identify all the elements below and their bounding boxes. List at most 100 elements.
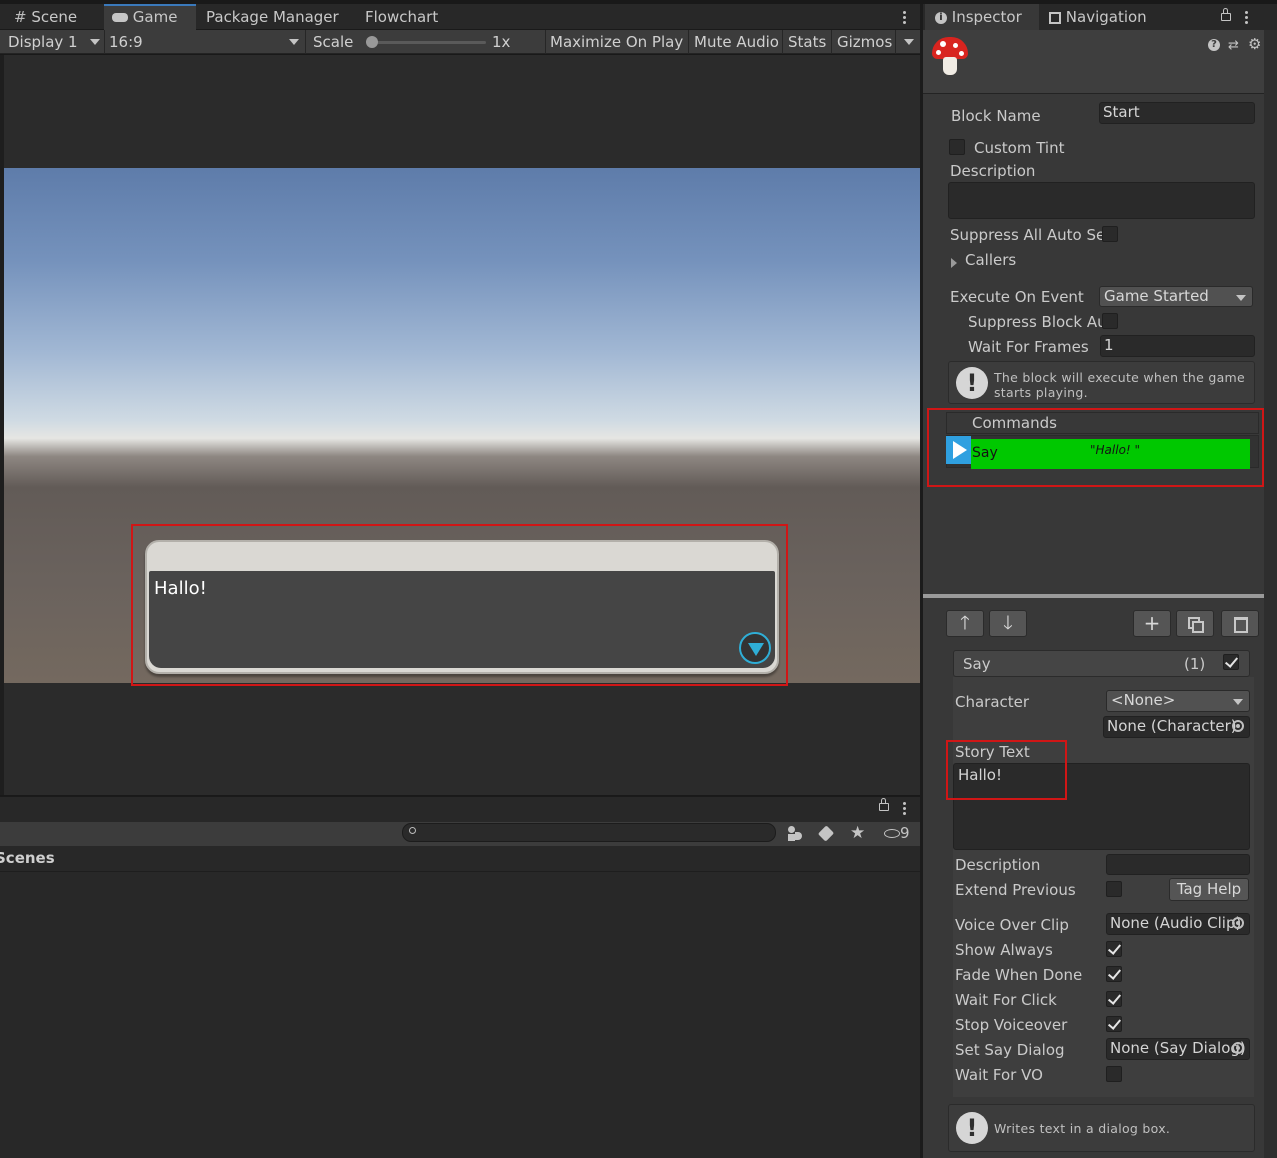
character-dropdown[interactable]: <None> bbox=[1106, 690, 1250, 712]
game-toolbar: Display 1 16:9 Scale 1x Maximize On Play… bbox=[0, 30, 920, 54]
object-picker-icon[interactable] bbox=[1232, 917, 1244, 929]
project-filter-buttons: ★ 9 bbox=[786, 822, 920, 846]
set-say-dialog-label: Set Say Dialog bbox=[955, 1041, 1065, 1059]
command-enabled-checkbox[interactable] bbox=[1223, 654, 1239, 670]
object-picker-icon[interactable] bbox=[1232, 720, 1244, 732]
chevron-down-icon bbox=[90, 39, 100, 45]
custom-tint-checkbox[interactable] bbox=[949, 139, 965, 155]
inspector-scrollbar[interactable] bbox=[1264, 30, 1277, 1158]
character-object-field[interactable]: None (Character) bbox=[1103, 716, 1250, 738]
voice-over-label: Voice Over Clip bbox=[955, 916, 1069, 934]
cmd-description-field[interactable] bbox=[1106, 854, 1250, 875]
mushroom-icon bbox=[932, 37, 968, 77]
arrow-up-icon: 🡑 bbox=[960, 612, 970, 634]
wait-for-click-checkbox[interactable] bbox=[1106, 991, 1122, 1007]
wait-for-click-label: Wait For Click bbox=[955, 991, 1057, 1009]
say-command-header: Say (1) bbox=[953, 650, 1250, 677]
search-icon bbox=[409, 827, 416, 834]
event-help-box: ! The block will execute when the game s… bbox=[948, 361, 1255, 404]
execute-on-event-dropdown[interactable]: Game Started bbox=[1099, 286, 1253, 307]
highlight-story-text bbox=[946, 740, 1067, 800]
fade-when-done-checkbox[interactable] bbox=[1106, 966, 1122, 982]
wait-for-frames-field[interactable]: 1 bbox=[1100, 335, 1255, 357]
scale-slider-thumb[interactable] bbox=[366, 36, 378, 48]
stats-toggle[interactable]: Stats bbox=[788, 30, 826, 54]
mute-audio-toggle[interactable]: Mute Audio bbox=[694, 30, 779, 54]
trash-icon bbox=[1234, 617, 1248, 633]
move-up-button[interactable]: 🡑 bbox=[946, 610, 984, 637]
show-always-checkbox[interactable] bbox=[1106, 941, 1122, 957]
hidden-packages-icon[interactable]: 9 bbox=[884, 824, 910, 842]
event-help-text: The block will execute when the game sta… bbox=[994, 370, 1245, 400]
gizmos-dropdown-icon[interactable] bbox=[904, 39, 914, 45]
suppress-block-checkbox[interactable] bbox=[1102, 313, 1118, 329]
project-tabbar bbox=[0, 796, 920, 822]
add-command-button[interactable]: + bbox=[1133, 610, 1171, 637]
tag-help-button[interactable]: Tag Help bbox=[1169, 878, 1249, 901]
gizmos-toggle[interactable]: Gizmos bbox=[837, 30, 892, 54]
description-field[interactable] bbox=[948, 182, 1255, 219]
arrow-down-icon: 🡓 bbox=[1003, 612, 1013, 634]
filter-by-type-icon[interactable] bbox=[788, 826, 802, 841]
hidden-count: 9 bbox=[900, 824, 910, 842]
gear-icon[interactable]: ⚙ bbox=[1248, 35, 1261, 53]
delete-command-button[interactable] bbox=[1221, 610, 1259, 637]
more-options-icon[interactable] bbox=[903, 802, 907, 817]
chevron-down-icon bbox=[289, 39, 299, 45]
lock-icon[interactable] bbox=[879, 798, 889, 811]
move-down-button[interactable]: 🡓 bbox=[989, 610, 1027, 637]
grid-icon: # bbox=[14, 8, 27, 26]
filter-by-label-icon[interactable] bbox=[817, 825, 835, 842]
suppress-all-checkbox[interactable] bbox=[1102, 226, 1118, 242]
tab-inspector[interactable]: i Inspector bbox=[925, 4, 1039, 30]
more-options-icon[interactable] bbox=[903, 11, 907, 26]
tab-package-manager[interactable]: Package Manager bbox=[206, 4, 339, 30]
custom-tint-label: Custom Tint bbox=[974, 139, 1065, 157]
voice-over-field[interactable]: None (Audio Clip) bbox=[1106, 913, 1250, 935]
block-name-field[interactable]: Start bbox=[1099, 102, 1255, 124]
stop-voiceover-checkbox[interactable] bbox=[1106, 1016, 1122, 1032]
set-say-dialog-field[interactable]: None (Say Dialog) bbox=[1106, 1038, 1250, 1060]
inspector-header: ? ⇄ ⚙ bbox=[923, 30, 1277, 94]
info-icon: i bbox=[935, 11, 947, 24]
project-body bbox=[0, 846, 920, 1158]
say-command-index: (1) bbox=[1184, 655, 1206, 673]
extend-previous-checkbox[interactable] bbox=[1106, 881, 1122, 897]
duplicate-command-button[interactable] bbox=[1176, 610, 1214, 637]
callers-foldout-icon[interactable] bbox=[951, 254, 957, 272]
more-options-icon[interactable] bbox=[1245, 11, 1249, 26]
highlight-dialog bbox=[131, 524, 788, 686]
help-icon[interactable]: ? bbox=[1208, 39, 1220, 51]
tab-scene[interactable]: # Scene bbox=[8, 4, 100, 30]
extend-previous-label: Extend Previous bbox=[955, 881, 1076, 899]
scale-slider[interactable] bbox=[366, 36, 486, 48]
warning-icon: ! bbox=[956, 1112, 988, 1144]
search-input[interactable] bbox=[402, 823, 776, 842]
block-name-label: Block Name bbox=[951, 107, 1041, 125]
favorites-star-icon[interactable]: ★ bbox=[850, 823, 865, 843]
tab-navigation[interactable]: Navigation bbox=[1049, 4, 1147, 30]
warning-icon: ! bbox=[956, 367, 988, 399]
character-label: Character bbox=[955, 693, 1030, 711]
say-command-title: Say bbox=[963, 655, 991, 673]
maximize-on-play-toggle[interactable]: Maximize On Play bbox=[550, 30, 683, 54]
tab-flowchart[interactable]: Flowchart bbox=[365, 4, 438, 30]
list-item[interactable]: Scenes bbox=[0, 846, 920, 872]
wait-for-vo-label: Wait For VO bbox=[955, 1066, 1043, 1084]
lock-icon[interactable] bbox=[1221, 8, 1231, 21]
wait-for-vo-checkbox[interactable] bbox=[1106, 1066, 1122, 1082]
scale-label: Scale bbox=[313, 33, 354, 51]
wait-for-frames-label: Wait For Frames bbox=[968, 338, 1089, 356]
aspect-dropdown[interactable]: 16:9 bbox=[109, 30, 305, 54]
display-dropdown[interactable]: Display 1 bbox=[8, 30, 104, 54]
stop-voiceover-label: Stop Voiceover bbox=[955, 1016, 1068, 1034]
say-help-text: Writes text in a dialog box. bbox=[994, 1121, 1171, 1136]
tab-game[interactable]: Game bbox=[104, 4, 196, 30]
say-help-box: ! Writes text in a dialog box. bbox=[948, 1104, 1255, 1152]
suppress-all-label: Suppress All Auto Se bbox=[950, 226, 1106, 244]
preset-icon[interactable]: ⇄ bbox=[1228, 38, 1239, 53]
execute-on-event-label: Execute On Event bbox=[950, 288, 1084, 306]
plus-icon: + bbox=[1143, 611, 1161, 635]
callers-label[interactable]: Callers bbox=[965, 251, 1016, 269]
object-picker-icon[interactable] bbox=[1232, 1042, 1244, 1054]
